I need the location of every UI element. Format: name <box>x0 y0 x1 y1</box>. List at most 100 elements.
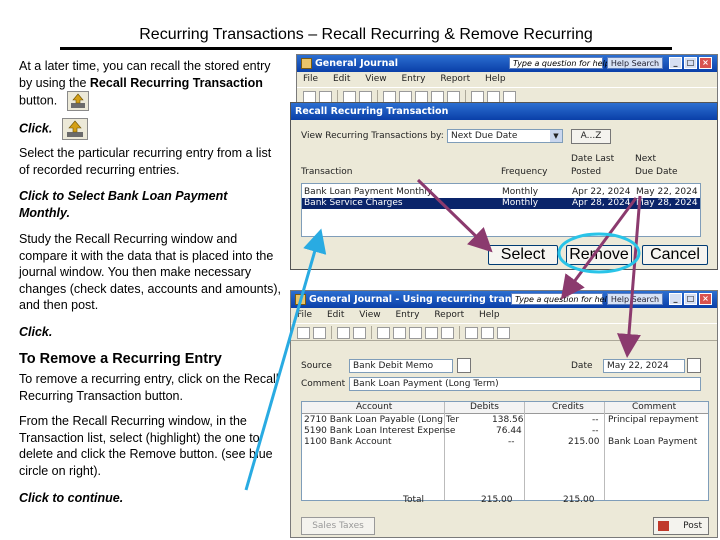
cell-account: 1100 Bank Account <box>304 437 392 447</box>
menu-file[interactable]: File <box>303 74 318 84</box>
cell-debits: 138.56 <box>492 415 524 425</box>
chevron-down-icon: ▼ <box>550 130 562 142</box>
post-button[interactable]: Post <box>653 517 709 535</box>
total-debits: 215.00 <box>481 495 513 505</box>
select-button[interactable]: Select <box>488 245 558 265</box>
close-button[interactable]: × <box>699 57 712 69</box>
toolbar-divider <box>459 326 460 339</box>
help-search-button[interactable]: Help Search <box>607 293 663 305</box>
window-titlebar: General Journal - Using recurring transa… <box>291 291 717 308</box>
remove-button[interactable]: Remove <box>566 245 632 265</box>
menu-report[interactable]: Report <box>440 74 470 84</box>
col-frequency: Frequency <box>501 167 548 177</box>
menu-entry[interactable]: Entry <box>401 74 425 84</box>
col-transaction: Transaction <box>301 167 353 177</box>
continue-instruction: Click to continue. <box>19 490 281 507</box>
select-paragraph: Select the particular recurring entry fr… <box>19 146 272 177</box>
intro-text-end: button. <box>19 93 58 108</box>
continue-text[interactable]: Click to continue. <box>19 491 123 505</box>
help-question-input[interactable]: Type a question for help <box>511 293 612 305</box>
minimize-button[interactable]: _ <box>669 293 682 305</box>
cell-credits: -- <box>592 415 599 425</box>
cell-account: 2710 Bank Loan Payable (Long Ter <box>304 415 460 425</box>
menu-view[interactable]: View <box>359 310 380 320</box>
menu-entry[interactable]: Entry <box>395 310 419 320</box>
comment-field[interactable]: Bank Loan Payment (Long Term) <box>349 377 701 391</box>
list-item[interactable]: Bank Loan Payment Monthly Monthly Apr 22… <box>302 187 700 198</box>
post-label: Post <box>683 521 702 531</box>
general-journal-window: General Journal Type a question for help… <box>296 54 718 106</box>
total-credits: 215.00 <box>563 495 595 505</box>
calc-icon[interactable] <box>481 327 494 339</box>
print-icon[interactable] <box>425 327 438 339</box>
minimize-button[interactable]: _ <box>669 57 682 69</box>
total-label: Total <box>403 495 425 505</box>
sales-taxes-button[interactable]: Sales Taxes <box>301 517 375 535</box>
recurring-list[interactable]: Bank Loan Payment Monthly Monthly Apr 22… <box>301 183 701 237</box>
recall-recurring-icon[interactable] <box>66 91 89 111</box>
date-field[interactable]: May 22, 2024 <box>603 359 685 373</box>
table-row[interactable]: 5190 Bank Loan Interest Expense 76.44 -- <box>302 426 708 437</box>
cell-debits: -- <box>508 437 515 447</box>
menu-view[interactable]: View <box>365 74 386 84</box>
app-icon <box>295 294 306 305</box>
cell-account: 5190 Bank Loan Interest Expense <box>304 426 456 436</box>
comment-label: Comment <box>301 379 346 389</box>
intro-bold-text: Recall Recurring Transaction <box>89 75 263 90</box>
help-search-button[interactable]: Help Search <box>607 57 663 69</box>
journal-grid: Account Debits Credits Comment 2710 Bank… <box>301 401 709 501</box>
help-question-input[interactable]: Type a question for help <box>509 57 610 69</box>
report-icon[interactable] <box>441 327 454 339</box>
date-label: Date <box>571 361 593 371</box>
menu-edit[interactable]: Edit <box>333 74 350 84</box>
help-icon[interactable] <box>497 327 510 339</box>
app-icon <box>301 58 312 69</box>
grid-header: Account Debits Credits Comment <box>302 402 708 414</box>
window-titlebar: General Journal Type a question for help… <box>297 55 717 72</box>
menu-help[interactable]: Help <box>479 310 500 320</box>
col-next-due-2: Due Date <box>635 167 678 177</box>
list-item-selected[interactable]: Bank Service Charges Monthly Apr 28, 202… <box>302 198 700 209</box>
lookup-icon[interactable] <box>457 358 471 373</box>
select-instruction: Click to Select Bank Loan Payment Monthl… <box>19 188 281 221</box>
recall-recurring-icon-2[interactable] <box>61 118 88 140</box>
recall-icon[interactable] <box>353 327 366 339</box>
cancel-button[interactable]: Cancel <box>642 245 708 265</box>
home-icon[interactable] <box>297 327 310 339</box>
select-instruction-text: Click to Select Bank Loan Payment Monthl… <box>19 189 228 220</box>
col-debits: Debits <box>470 402 499 412</box>
title-underline <box>60 47 672 50</box>
click-text-2: Click. <box>19 325 53 339</box>
open-icon[interactable] <box>313 327 326 339</box>
sort-button[interactable]: A...Z <box>571 129 611 144</box>
maximize-button[interactable]: □ <box>684 57 697 69</box>
menu-report[interactable]: Report <box>434 310 464 320</box>
tools-icon[interactable] <box>393 327 406 339</box>
maximize-button[interactable]: □ <box>684 293 697 305</box>
cell-credits: -- <box>592 426 599 436</box>
undo-icon[interactable] <box>377 327 390 339</box>
view-by-select[interactable]: Next Due Date ▼ <box>447 129 563 143</box>
click-text-1: Click. <box>19 121 53 136</box>
menu-file[interactable]: File <box>297 310 312 320</box>
study-paragraph: Study the Recall Recurring window and co… <box>19 232 281 312</box>
adjust-icon[interactable] <box>409 327 422 339</box>
calendar-icon[interactable] <box>687 358 701 373</box>
note-icon[interactable] <box>465 327 478 339</box>
source-field[interactable]: Bank Debit Memo <box>349 359 453 373</box>
table-row[interactable]: 2710 Bank Loan Payable (Long Ter 138.56 … <box>302 415 708 426</box>
table-row[interactable]: 1100 Bank Account -- 215.00 Bank Loan Pa… <box>302 437 708 448</box>
remove-paragraph-2: From the Recall Recurring window, in the… <box>19 414 273 478</box>
remove-paragraph-1: To remove a recurring entry, click on th… <box>19 372 279 403</box>
col-comment: Comment <box>632 402 677 412</box>
col-credits: Credits <box>552 402 584 412</box>
row-transaction: Bank Loan Payment Monthly <box>304 187 433 197</box>
remove-heading: To Remove a Recurring Entry <box>19 351 222 367</box>
close-button[interactable]: × <box>699 293 712 305</box>
menu-edit[interactable]: Edit <box>327 310 344 320</box>
menu-bar: File Edit View Entry Report Help <box>297 72 717 87</box>
col-date-last-2: Posted <box>571 167 602 177</box>
menu-help[interactable]: Help <box>485 74 506 84</box>
store-icon[interactable] <box>337 327 350 339</box>
dialog-titlebar: Recall Recurring Transaction <box>291 103 717 120</box>
